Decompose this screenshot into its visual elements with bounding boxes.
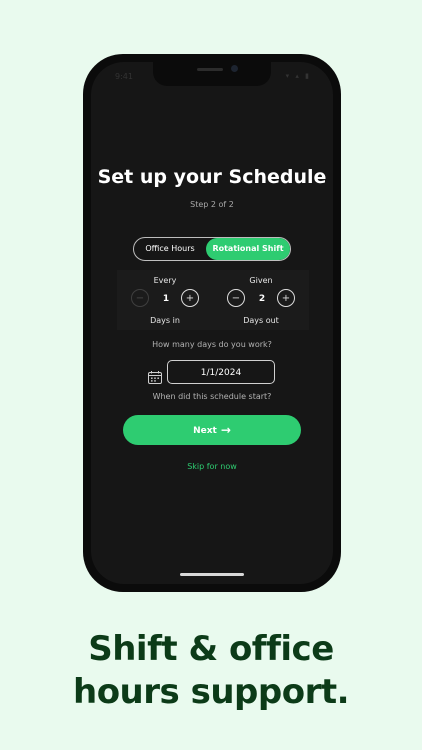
status-icons: ▾ ▴ ▮	[285, 72, 311, 80]
next-button-label: Next	[193, 426, 217, 436]
headline-line-1: Shift & office	[88, 629, 334, 669]
front-camera	[231, 65, 238, 72]
days-in-value: 1	[162, 294, 170, 304]
page-title: Set up your Schedule	[97, 166, 327, 188]
phone-frame: 9:41 ▾ ▴ ▮ Set up your Schedule Step 2 o…	[83, 54, 341, 592]
start-date-caption: When did this schedule start?	[152, 392, 272, 401]
notch	[153, 62, 271, 86]
days-out-increment-button[interactable]: +	[277, 289, 295, 307]
headline-line-2: hours support.	[72, 672, 350, 712]
every-label: Every	[153, 276, 177, 285]
days-in-decrement-button[interactable]: −	[131, 289, 149, 307]
tab-rotational-shift[interactable]: Rotational Shift	[206, 238, 290, 260]
promo-headline: Shift & office hours support.	[0, 628, 422, 714]
days-in-label: Days in	[150, 316, 180, 325]
work-days-question: How many days do you work?	[152, 340, 272, 349]
skip-link[interactable]: Skip for now	[91, 462, 333, 471]
days-out-stepper: Given − 2 + Days out	[213, 270, 309, 330]
step-indicator: Step 2 of 2	[190, 200, 234, 209]
speaker-grille	[197, 68, 223, 71]
days-out-label: Days out	[243, 316, 279, 325]
status-time: 9:41	[115, 72, 133, 81]
days-out-decrement-button[interactable]: −	[227, 289, 245, 307]
start-date-field[interactable]: 1/1/2024	[167, 360, 275, 384]
tab-office-hours[interactable]: Office Hours	[134, 238, 206, 260]
app-screen: 9:41 ▾ ▴ ▮ Set up your Schedule Step 2 o…	[91, 62, 333, 584]
days-in-stepper: Every − 1 + Days in	[117, 270, 213, 330]
home-indicator	[180, 573, 244, 576]
given-label: Given	[249, 276, 273, 285]
days-out-value: 2	[258, 294, 266, 304]
schedule-type-toggle: Office Hours Rotational Shift	[133, 237, 291, 261]
calendar-icon[interactable]	[148, 371, 162, 384]
days-in-increment-button[interactable]: +	[181, 289, 199, 307]
arrow-right-icon: →	[220, 423, 231, 437]
next-button[interactable]: Next →	[123, 415, 301, 445]
